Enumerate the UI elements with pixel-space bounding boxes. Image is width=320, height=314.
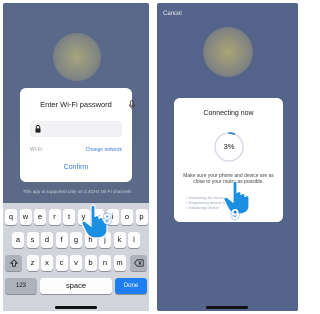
backspace-key[interactable] (130, 255, 147, 271)
tutorial-frame: Enter Wi-Fi password Wi-Fi: Change netwo… (0, 0, 300, 314)
cancel-button[interactable]: Cancel (163, 11, 182, 17)
shift-icon (9, 259, 18, 267)
key-t[interactable]: t (63, 209, 75, 225)
key-e[interactable]: e (34, 209, 46, 225)
numbers-key[interactable]: 123 (5, 278, 37, 294)
wifi-label: Wi-Fi: (30, 147, 44, 153)
lock-icon (35, 125, 41, 133)
phone-password-screen: Enter Wi-Fi password Wi-Fi: Change netwo… (3, 3, 149, 311)
key-b[interactable]: b (84, 255, 97, 271)
space-key[interactable]: space (40, 278, 112, 294)
step-number: 8 (103, 211, 112, 228)
keyboard: q w e r t y u i o p a s d f g h j k l (3, 203, 149, 311)
key-p[interactable]: p (135, 209, 148, 225)
device-glow (53, 33, 101, 81)
key-s[interactable]: s (26, 232, 39, 248)
home-indicator (55, 306, 97, 309)
microphone-icon[interactable] (128, 100, 136, 110)
backspace-icon (133, 259, 144, 267)
channel-note: This app is supported only on 2.4GHz Wi-… (22, 189, 132, 194)
home-indicator (206, 306, 248, 309)
shift-key[interactable] (5, 255, 22, 271)
key-z[interactable]: z (26, 255, 39, 271)
password-input[interactable] (30, 121, 122, 137)
confirm-button[interactable]: Confirm (20, 164, 132, 171)
key-q[interactable]: q (5, 209, 17, 225)
phone-connecting-screen: Cancel Connecting now 3% Make sure your … (157, 3, 298, 311)
change-network-link[interactable]: Change network (86, 147, 122, 153)
key-l[interactable]: l (128, 232, 140, 248)
done-key[interactable]: Done (115, 278, 147, 294)
key-o[interactable]: o (121, 209, 133, 225)
key-r[interactable]: r (48, 209, 61, 225)
key-f[interactable]: f (55, 232, 68, 248)
key-x[interactable]: x (41, 255, 53, 271)
key-a[interactable]: a (12, 232, 24, 248)
key-v[interactable]: v (70, 255, 82, 271)
wifi-row: Wi-Fi: Change network (30, 145, 122, 155)
key-m[interactable]: m (113, 255, 126, 271)
key-w[interactable]: w (19, 209, 32, 225)
key-c[interactable]: c (55, 255, 68, 271)
key-n[interactable]: n (99, 255, 111, 271)
wifi-password-dialog: Enter Wi-Fi password Wi-Fi: Change netwo… (20, 88, 132, 182)
step-number: 9 (231, 206, 240, 223)
dialog-title: Enter Wi-Fi password (40, 100, 112, 109)
key-k[interactable]: k (113, 232, 126, 248)
progress-percent: 3% (223, 142, 235, 151)
device-glow (203, 27, 253, 77)
dialog-title: Connecting now (203, 110, 254, 117)
key-d[interactable]: d (41, 232, 53, 248)
